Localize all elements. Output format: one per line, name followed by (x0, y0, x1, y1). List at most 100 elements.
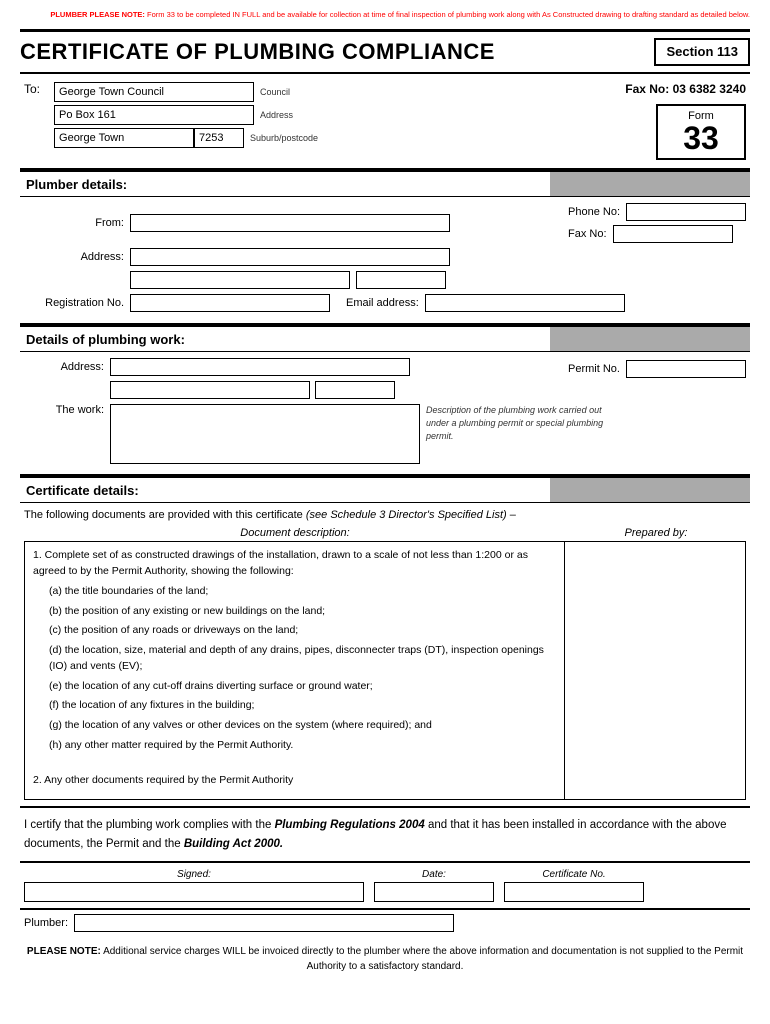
plumber-details-block: From: Phone No: Fax No: Address: Registr… (20, 197, 750, 325)
address-row: Address (54, 105, 595, 125)
cert-intro-text: The following documents are provided wit… (24, 509, 303, 521)
suburb-input[interactable] (54, 128, 194, 148)
cert-intro-note: (see Schedule 3 Director's Specified Lis… (306, 509, 507, 521)
address-plumber-input3[interactable] (356, 271, 446, 289)
form-33-box: Form 33 (656, 104, 746, 160)
address-input[interactable] (54, 105, 254, 125)
doc-content-right[interactable] (565, 542, 745, 799)
work-row: The work: Description of the plumbing wo… (24, 404, 746, 464)
header-row: CERTIFICATE OF PLUMBING COMPLIANCE Secti… (20, 29, 750, 75)
plumber-input[interactable] (74, 914, 454, 932)
cert-intro-dash: – (510, 509, 516, 521)
fax-number: Fax No: 03 6382 3240 (625, 82, 746, 96)
reg-row: Registration No. Email address: (24, 294, 746, 312)
phone-label: Phone No: (568, 206, 620, 218)
from-row: From: Phone No: Fax No: (24, 203, 746, 243)
signed-input[interactable] (24, 882, 364, 902)
postcode-input[interactable] (194, 128, 244, 148)
plumb-address-input3[interactable] (315, 381, 395, 399)
suburb-label: Suburb/postcode (250, 133, 318, 143)
bottom-note-label: PLEASE NOTE: (27, 946, 101, 957)
address-plumber-input2[interactable] (130, 271, 350, 289)
doc-table-header: Document description: Prepared by: (24, 527, 746, 539)
doc-item-a: (a) the title boundaries of the land; (49, 584, 556, 600)
plumbing-section-header: Details of plumbing work: (20, 325, 750, 352)
form-num: 33 (670, 122, 732, 154)
plumbing-section-title: Details of plumbing work: (20, 328, 550, 351)
work-label: The work: (24, 404, 104, 416)
page-title: CERTIFICATE OF PLUMBING COMPLIANCE (20, 39, 654, 65)
signed-label: Signed: (177, 869, 211, 880)
plumber-label: Plumber: (24, 917, 68, 929)
cert-no-group: Certificate No. (504, 869, 644, 902)
to-block: To: Council Address Suburb/postcode Fax … (20, 74, 750, 170)
phone-input[interactable] (626, 203, 746, 221)
sign-row: Signed: Date: Certificate No. (20, 863, 750, 910)
plumbing-header-gray (550, 327, 750, 351)
plumb-address-row: Address: (24, 358, 562, 376)
cert-intro: The following documents are provided wit… (24, 509, 746, 521)
cert-no-label: Certificate No. (542, 869, 605, 880)
permit-row: Permit No. (568, 360, 746, 378)
doc-item-h: (h) any other matter required by the Per… (49, 738, 556, 754)
phone-fax-group: Phone No: Fax No: (568, 203, 746, 243)
plumb-address-input2[interactable] (110, 381, 310, 399)
from-label: From: (24, 217, 124, 229)
doc-item-c: (c) the position of any roads or drivewa… (49, 623, 556, 639)
permit-label: Permit No. (568, 363, 620, 375)
doc-item-e: (e) the location of any cut-off drains d… (49, 679, 556, 695)
reg-label: Registration No. (24, 297, 124, 309)
email-input[interactable] (425, 294, 625, 312)
date-group: Date: (374, 869, 494, 902)
suburb-row: Suburb/postcode (54, 128, 595, 148)
cert-no-input[interactable] (504, 882, 644, 902)
bottom-note-text: Additional service charges WILL be invoi… (103, 946, 743, 972)
doc-item-d: (d) the location, size, material and dep… (49, 643, 556, 675)
cert-details-block: The following documents are provided wit… (20, 503, 750, 808)
certify-text2: Plumbing Regulations 2004 (275, 819, 425, 831)
certify-text4: Building Act 2000. (184, 838, 283, 850)
plumb-address-row2 (110, 381, 562, 399)
council-input[interactable] (54, 82, 254, 102)
date-label: Date: (422, 869, 446, 880)
from-input[interactable] (130, 214, 450, 232)
doc-item-2: 2. Any other documents required by the P… (33, 773, 556, 789)
certify-text1: I certify that the plumbing work complie… (24, 819, 271, 831)
reg-input[interactable] (130, 294, 330, 312)
address-plumber-row: Address: (24, 248, 746, 266)
cert-header-gray (550, 478, 750, 502)
phone-row: Phone No: (568, 203, 746, 221)
signed-group: Signed: (24, 869, 364, 902)
plumber-row: Plumber: (20, 910, 750, 936)
doc-content-wrapper: 1. Complete set of as constructed drawin… (24, 541, 746, 800)
top-notice: PLUMBER PLEASE NOTE: Form 33 to be compl… (20, 10, 750, 21)
work-desc: Description of the plumbing work carried… (426, 404, 626, 442)
col-prepared-header: Prepared by: (566, 527, 746, 539)
fax-input[interactable] (613, 225, 733, 243)
plumber-section-header: Plumber details: (20, 170, 750, 197)
title-block: CERTIFICATE OF PLUMBING COMPLIANCE (20, 39, 654, 65)
section-box: Section 113 (654, 38, 750, 67)
cert-section-title: Certificate details: (20, 479, 550, 502)
address-label: Address (260, 110, 293, 120)
address-plumber-label: Address: (24, 251, 124, 263)
council-row: Council (54, 82, 595, 102)
plumber-header-gray (550, 172, 750, 196)
certify-block: I certify that the plumbing work complie… (20, 808, 750, 863)
bottom-note: PLEASE NOTE: Additional service charges … (20, 936, 750, 982)
email-label: Email address: (346, 297, 419, 309)
work-input-box[interactable] (110, 404, 420, 464)
date-input[interactable] (374, 882, 494, 902)
address-plumber-input[interactable] (130, 248, 450, 266)
permit-input[interactable] (626, 360, 746, 378)
cert-section-header: Certificate details: (20, 476, 750, 503)
doc-item-g: (g) the location of any valves or other … (49, 718, 556, 734)
plumbing-details-block: Address: Permit No. The work: Descriptio… (20, 352, 750, 476)
plumber-section-title: Plumber details: (20, 173, 550, 196)
fax-row: Fax No: (568, 225, 746, 243)
fax-label: Fax No: (568, 228, 607, 240)
notice-text: Form 33 to be completed IN FULL and be a… (147, 10, 750, 19)
plumb-address-input[interactable] (110, 358, 410, 376)
plumb-address-label: Address: (24, 361, 104, 373)
notice-label: PLUMBER PLEASE NOTE: (50, 10, 145, 19)
